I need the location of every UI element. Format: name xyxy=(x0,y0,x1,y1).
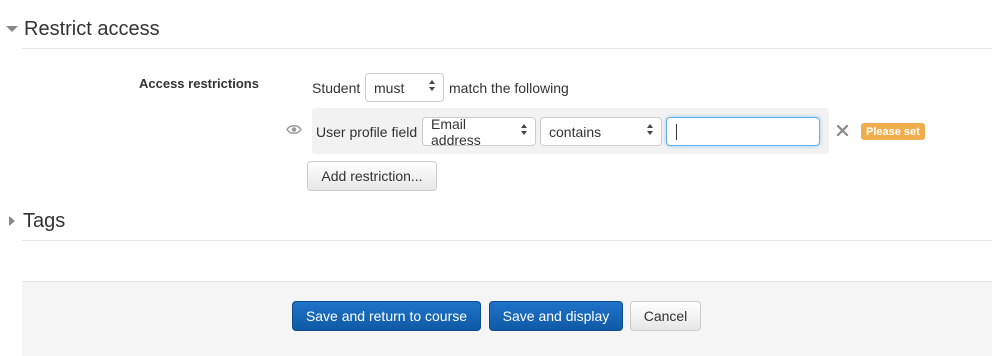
tags-header[interactable]: Tags xyxy=(0,208,65,234)
section-title-restrict-access: Restrict access xyxy=(24,17,160,40)
user-profile-field-label: User profile field xyxy=(316,124,418,140)
operator-select[interactable]: contains xyxy=(540,117,662,146)
select-arrows-icon xyxy=(521,124,529,140)
value-input[interactable] xyxy=(666,117,820,146)
operator-select-value: contains xyxy=(549,123,602,140)
text-caret xyxy=(676,124,677,140)
must-select[interactable]: must xyxy=(365,73,444,102)
save-return-button[interactable]: Save and return to course xyxy=(292,301,481,331)
restrict-access-header[interactable]: Restrict access xyxy=(0,16,160,42)
must-select-value: must xyxy=(374,79,405,96)
save-display-button[interactable]: Save and display xyxy=(489,301,623,331)
chevron-down-icon xyxy=(6,26,18,32)
profile-field-select[interactable]: Email address xyxy=(422,115,536,148)
access-restrictions-label: Access restrictions xyxy=(139,76,259,91)
cancel-button[interactable]: Cancel xyxy=(630,301,701,331)
divider xyxy=(22,48,992,49)
student-label: Student xyxy=(312,80,361,96)
section-title-tags: Tags xyxy=(23,209,66,232)
close-icon[interactable] xyxy=(836,124,849,137)
eye-icon[interactable] xyxy=(286,124,302,135)
divider xyxy=(22,240,992,241)
select-arrows-icon xyxy=(647,124,655,140)
status-badge: Please set xyxy=(861,123,925,140)
profile-field-select-value: Email address xyxy=(431,115,481,148)
chevron-right-icon xyxy=(9,216,15,226)
match-label: match the following xyxy=(449,80,569,96)
select-arrows-icon xyxy=(429,80,437,96)
add-restriction-button[interactable]: Add restriction... xyxy=(307,161,437,191)
